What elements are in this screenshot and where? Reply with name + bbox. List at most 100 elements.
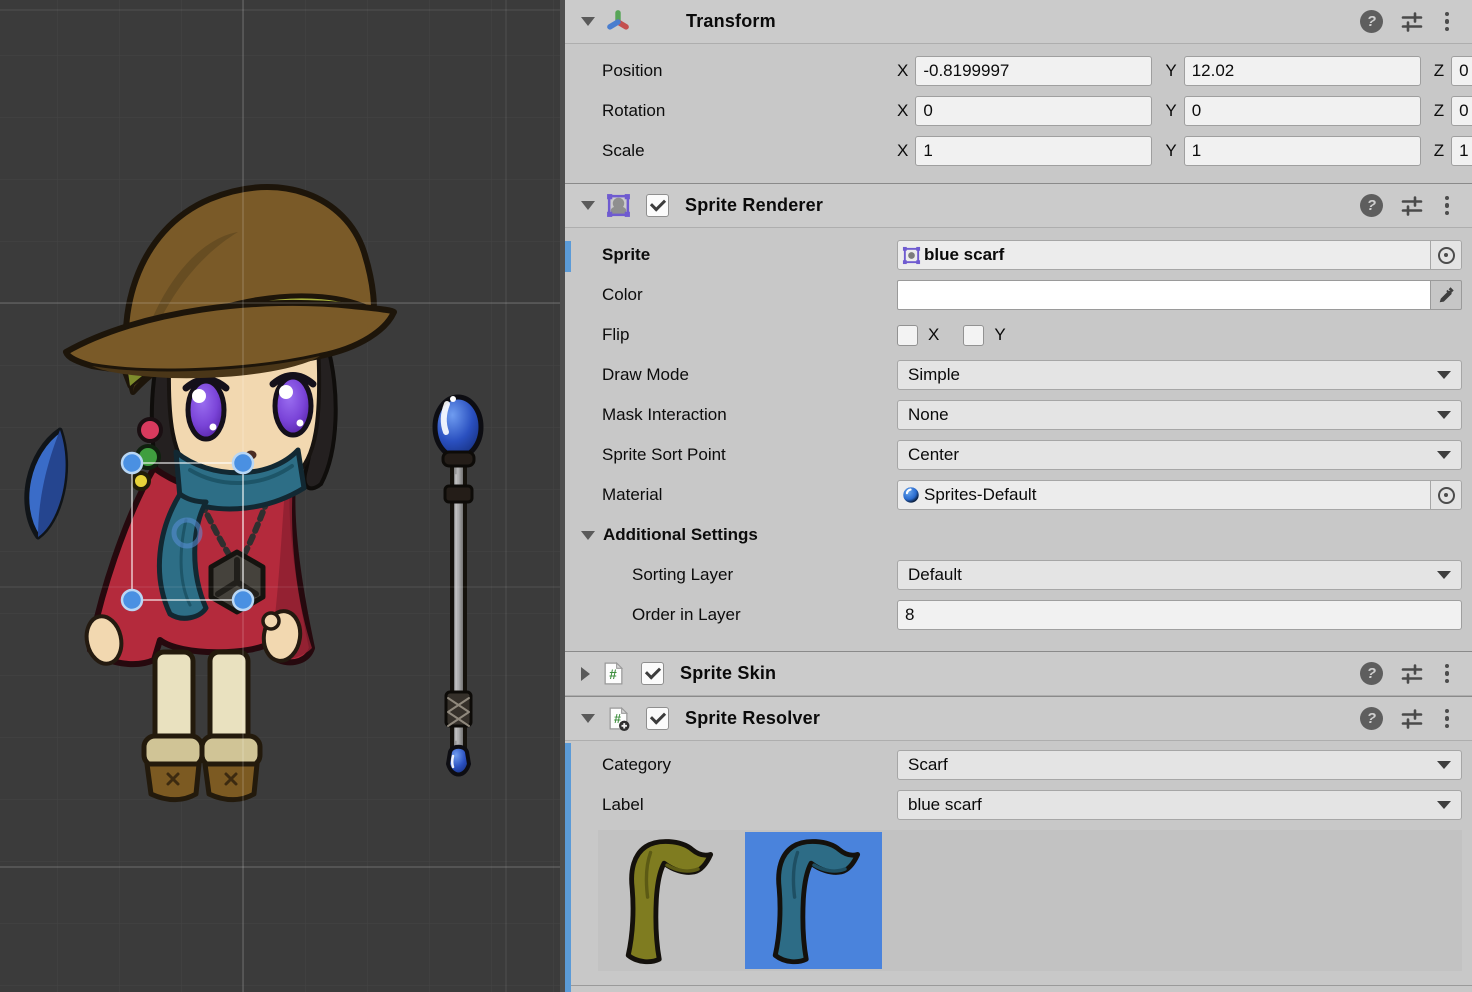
position-x-input[interactable] bbox=[915, 56, 1152, 86]
kebab-menu-icon[interactable] bbox=[1438, 709, 1456, 729]
foldout-closed-icon[interactable] bbox=[581, 667, 590, 681]
foldout-open-icon[interactable] bbox=[581, 714, 595, 723]
sprite-resolver-body: Category Scarf Label blue scarf bbox=[565, 741, 1472, 971]
flip-row: Flip X Y bbox=[602, 320, 1462, 350]
kebab-menu-icon[interactable] bbox=[1438, 12, 1456, 32]
draw-mode-dropdown[interactable]: Simple bbox=[897, 360, 1462, 390]
transform-icon bbox=[604, 8, 632, 36]
color-swatch[interactable] bbox=[897, 280, 1431, 310]
inspector-panel: Transform ? Position X Y Z Rotation X bbox=[565, 0, 1472, 992]
field-label: Order in Layer bbox=[602, 605, 897, 625]
prefab-override-marker bbox=[565, 743, 571, 992]
presets-icon[interactable] bbox=[1400, 707, 1424, 731]
flip-y-checkbox[interactable] bbox=[963, 325, 984, 346]
help-icon[interactable]: ? bbox=[1360, 194, 1383, 217]
category-row: Category Scarf bbox=[602, 750, 1462, 780]
scale-z-input[interactable] bbox=[1451, 136, 1472, 166]
field-label: Color bbox=[602, 285, 897, 305]
field-label: Flip bbox=[602, 325, 897, 345]
object-picker-icon bbox=[1438, 247, 1455, 264]
material-object-field[interactable]: Sprites-Default bbox=[897, 480, 1462, 510]
position-z-input[interactable] bbox=[1451, 56, 1472, 86]
sprite-object-field[interactable]: blue scarf bbox=[897, 240, 1462, 270]
rotation-x-input[interactable] bbox=[915, 96, 1152, 126]
position-y-input[interactable] bbox=[1184, 56, 1421, 86]
foldout-open-icon[interactable] bbox=[581, 201, 595, 210]
order-in-layer-row: Order in Layer bbox=[602, 600, 1462, 630]
component-title: Sprite Renderer bbox=[685, 195, 823, 216]
sprite-sort-point-row: Sprite Sort Point Center bbox=[602, 440, 1462, 470]
foldout-open-icon[interactable] bbox=[581, 17, 595, 26]
object-picker-button[interactable] bbox=[1430, 481, 1461, 509]
material-row: Material Sprites-Default bbox=[602, 480, 1462, 510]
field-label: Category bbox=[602, 755, 897, 775]
presets-icon[interactable] bbox=[1400, 194, 1424, 218]
transform-header[interactable]: Transform ? bbox=[565, 0, 1472, 44]
kebab-menu-icon[interactable] bbox=[1438, 196, 1456, 216]
position-row: Position X Y Z bbox=[602, 56, 1462, 86]
label-row: Label blue scarf bbox=[602, 790, 1462, 820]
variant-thumb-blue-scarf[interactable] bbox=[745, 832, 882, 969]
label-dropdown[interactable]: blue scarf bbox=[897, 790, 1462, 820]
chevron-down-icon bbox=[1437, 801, 1451, 809]
chevron-down-icon bbox=[1437, 371, 1451, 379]
field-label: Mask Interaction bbox=[602, 405, 897, 425]
rotation-y-input[interactable] bbox=[1184, 96, 1421, 126]
presets-icon[interactable] bbox=[1400, 662, 1424, 686]
sprite-renderer-header[interactable]: Sprite Renderer ? bbox=[565, 184, 1472, 228]
mask-interaction-row: Mask Interaction None bbox=[602, 400, 1462, 430]
component-enabled-checkbox[interactable] bbox=[641, 662, 664, 685]
sprite-sort-point-dropdown[interactable]: Center bbox=[897, 440, 1462, 470]
help-icon[interactable]: ? bbox=[1360, 707, 1383, 730]
sprite-mini-icon bbox=[898, 246, 924, 265]
script-add-icon: # bbox=[604, 705, 632, 733]
order-in-layer-input[interactable] bbox=[897, 600, 1462, 630]
sorting-layer-row: Sorting Layer Default bbox=[602, 560, 1462, 590]
category-dropdown[interactable]: Scarf bbox=[897, 750, 1462, 780]
field-label: Label bbox=[602, 795, 897, 815]
object-picker-button[interactable] bbox=[1430, 241, 1461, 269]
rotation-z-input[interactable] bbox=[1451, 96, 1472, 126]
help-icon[interactable]: ? bbox=[1360, 10, 1383, 33]
prefab-override-marker bbox=[565, 241, 571, 272]
color-row: Color bbox=[602, 280, 1462, 310]
flip-x-checkbox[interactable] bbox=[897, 325, 918, 346]
field-label: Sprite Sort Point bbox=[602, 445, 897, 465]
variant-thumb-green-scarf[interactable] bbox=[598, 832, 735, 969]
sprite-renderer-icon bbox=[604, 192, 632, 220]
unity-editor-window: Transform ? Position X Y Z Rotation X bbox=[0, 0, 1472, 992]
chevron-down-icon bbox=[1437, 571, 1451, 579]
foldout-open-icon bbox=[581, 531, 595, 540]
scale-x-input[interactable] bbox=[915, 136, 1152, 166]
scale-row: Scale X Y Z bbox=[602, 136, 1462, 166]
field-label: Sprite bbox=[602, 245, 897, 265]
sprite-resolver-header[interactable]: # Sprite Resolver ? bbox=[565, 697, 1472, 741]
mask-interaction-dropdown[interactable]: None bbox=[897, 400, 1462, 430]
component-title: Transform bbox=[686, 11, 776, 32]
component-title: Sprite Skin bbox=[680, 663, 776, 684]
eyedropper-icon bbox=[1437, 286, 1455, 304]
sprite-row: Sprite blue scarf bbox=[602, 240, 1462, 270]
scene-canvas bbox=[0, 0, 560, 992]
eyedropper-button[interactable] bbox=[1431, 280, 1462, 310]
chevron-down-icon bbox=[1437, 411, 1451, 419]
scene-view[interactable] bbox=[0, 0, 560, 992]
sprite-skin-header[interactable]: # Sprite Skin ? bbox=[565, 652, 1472, 696]
component-enabled-checkbox[interactable] bbox=[646, 707, 669, 730]
inspector-bottom-separator bbox=[565, 985, 1472, 986]
component-enabled-checkbox[interactable] bbox=[646, 194, 669, 217]
transform-body: Position X Y Z Rotation X Y Z Scale X bbox=[565, 44, 1472, 183]
sorting-layer-dropdown[interactable]: Default bbox=[897, 560, 1462, 590]
component-title: Sprite Resolver bbox=[685, 708, 820, 729]
presets-icon[interactable] bbox=[1400, 10, 1424, 34]
field-label: Material bbox=[602, 485, 897, 505]
script-icon: # bbox=[599, 660, 627, 688]
field-label: Rotation bbox=[602, 101, 897, 121]
scale-y-input[interactable] bbox=[1184, 136, 1421, 166]
kebab-menu-icon[interactable] bbox=[1438, 664, 1456, 684]
help-icon[interactable]: ? bbox=[1360, 662, 1383, 685]
sprite-variant-strip bbox=[598, 830, 1462, 971]
object-picker-icon bbox=[1438, 487, 1455, 504]
additional-settings-foldout-row[interactable]: Additional Settings bbox=[602, 520, 1462, 550]
field-label: Scale bbox=[602, 141, 897, 161]
